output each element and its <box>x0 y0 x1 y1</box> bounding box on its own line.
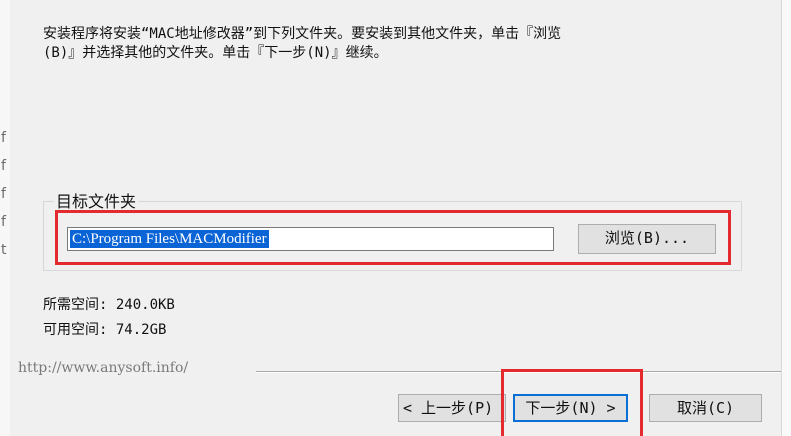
footer-url: http://www.anysoft.info/ <box>18 360 189 376</box>
destination-path-input[interactable]: C:\Program Files\MACModifier <box>67 227 554 251</box>
cancel-button[interactable]: 取消(C) <box>649 394 762 422</box>
next-button[interactable]: 下一步(N) > <box>513 394 628 422</box>
install-instructions: 安装程序将安装“MAC地址修改器”到下列文件夹。要安装到其他文件夹，单击『浏览 … <box>43 25 763 63</box>
destination-path-value: C:\Program Files\MACModifier <box>70 230 269 248</box>
footer-divider <box>256 371 781 373</box>
available-space-text: 可用空间: 74.2GB <box>43 322 167 338</box>
background-text-fragment: f <box>1 158 6 174</box>
background-text-fragment: t <box>1 242 7 258</box>
background-text-fragment: f <box>1 130 6 146</box>
required-space-text: 所需空间: 240.0KB <box>43 297 175 313</box>
background-text-fragment: f <box>1 214 6 230</box>
instructions-line-1: 安装程序将安装“MAC地址修改器”到下列文件夹。要安装到其他文件夹，单击『浏览 <box>43 26 562 42</box>
destination-folder-label: 目标文件夹 <box>54 188 139 212</box>
dialog-right-edge <box>781 0 791 436</box>
back-button[interactable]: < 上一步(P) <box>398 394 506 422</box>
background-text-fragment: f <box>1 186 6 202</box>
instructions-line-2: (B)』并选择其他的文件夹。单击『下一步(N)』继续。 <box>43 45 388 61</box>
browse-button[interactable]: 浏览(B)... <box>578 224 716 254</box>
